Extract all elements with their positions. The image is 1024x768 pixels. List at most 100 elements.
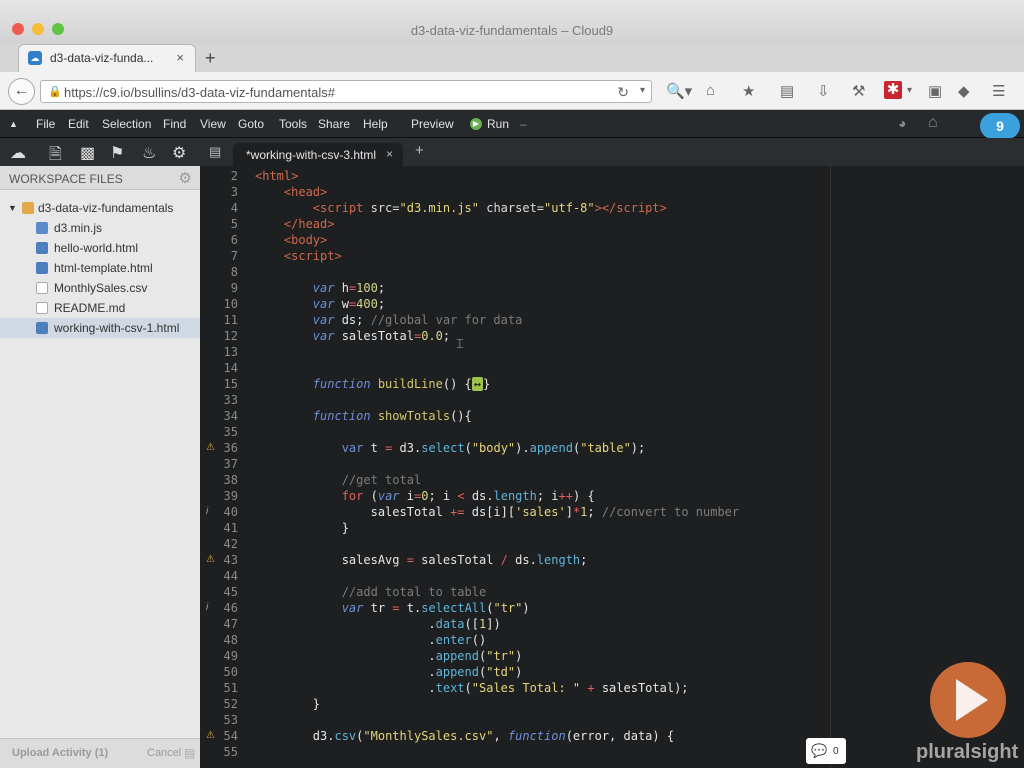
code-line: .append("tr") (255, 649, 523, 663)
tree-file[interactable]: MonthlySales.csv (0, 278, 200, 298)
close-editor-tab-icon[interactable]: × (386, 147, 393, 161)
editor-tab-bar: ▤ *working-with-csv-3.html × + (200, 138, 1024, 166)
editor-tab-active[interactable]: *working-with-csv-3.html × (233, 143, 403, 166)
workspace-cloud-icon[interactable]: ☁ (10, 143, 26, 163)
home-icon[interactable]: ⌂ (706, 82, 715, 99)
browser-tab[interactable]: ☁ d3-data-viz-funda... × (18, 44, 196, 72)
line-number: 50 (223, 665, 238, 679)
code-line: <html> (255, 169, 299, 183)
upload-toggle-icon[interactable]: ▤ (184, 746, 195, 760)
tree-file[interactable]: d3.min.js (0, 218, 200, 238)
settings-gear-icon[interactable]: ⚙ (172, 143, 186, 163)
menu-edit[interactable]: Edit (68, 117, 89, 131)
url-dropdown-icon[interactable]: ▾ (640, 85, 645, 96)
dashboard-home-icon[interactable]: ⌂ (928, 114, 938, 132)
chat-bubble-icon: 💬 (811, 743, 828, 758)
line-number: 4 (230, 201, 238, 215)
cloud9-logo-icon[interactable]: 9 (980, 113, 1020, 139)
code-editor[interactable]: 2 3 4 5 6 7 8 9 10 11 12 13 14 15 33 34 35 36 ⚠ 37 38 39 40 i 41… (200, 166, 1024, 768)
tree-file-label: d3.min.js (54, 221, 103, 235)
menu-selection[interactable]: Selection (102, 117, 151, 131)
tree-file[interactable]: html-template.html (0, 258, 200, 278)
run-panel-icon[interactable]: ⚑ (110, 143, 124, 163)
close-tab-icon[interactable]: × (176, 50, 184, 65)
file-icon (36, 282, 48, 294)
line-number: 38 (223, 473, 238, 487)
line-number: 48 (223, 633, 238, 647)
line-number: 12 (223, 329, 238, 343)
line-number: 44 (223, 569, 238, 583)
menu-goto[interactable]: Goto (238, 117, 264, 131)
menu-tools[interactable]: Tools (279, 117, 307, 131)
chat-count: 0 (833, 746, 839, 757)
deploy-icon[interactable]: ♨ (142, 143, 156, 163)
warning-icon[interactable]: ⚠ (206, 440, 216, 456)
bookmark-star-icon[interactable]: ★ (742, 82, 755, 100)
folder-expand-icon[interactable]: ▼ (8, 203, 17, 213)
back-button[interactable]: ← (8, 78, 35, 105)
code-line: .append("td") (255, 665, 523, 679)
code-line: //get total (341, 473, 422, 487)
code-line: var ds; //global var for data (312, 313, 523, 327)
preview-button[interactable]: Preview (411, 117, 454, 131)
line-number: 33 (223, 393, 238, 407)
collapse-menu-icon[interactable]: ▲ (9, 119, 18, 129)
menu-file[interactable]: File (36, 117, 55, 131)
tree-file[interactable]: working-with-csv-1.html (0, 318, 200, 338)
pluralsight-play-icon[interactable] (930, 662, 1006, 738)
line-number: 39 (223, 489, 238, 503)
reload-icon[interactable]: ↻ (617, 84, 629, 101)
line-number: 5 (230, 217, 238, 231)
js-file-icon (36, 222, 48, 234)
addon-dropdown-icon[interactable]: ▾ (907, 85, 912, 96)
hamburger-menu-icon[interactable]: ☰ (992, 82, 1005, 100)
search-icon[interactable]: 🔍▾ (666, 82, 692, 100)
code-line: <head> (283, 185, 328, 199)
download-icon[interactable]: ⇩ (817, 82, 830, 100)
warning-icon[interactable]: ⚠ (206, 728, 216, 744)
run-dropdown-icon[interactable]: – (520, 117, 527, 131)
workspace-gear-icon[interactable]: ⚙ (179, 169, 192, 187)
tree-file-label: hello-world.html (54, 241, 139, 255)
text-cursor-icon: ⌶ (456, 336, 464, 351)
menu-share[interactable]: Share (318, 117, 350, 131)
tree-folder-root[interactable]: ▼ d3-data-viz-fundamentals (0, 198, 200, 218)
add-editor-tab-button[interactable]: + (415, 142, 424, 159)
drive-icon[interactable]: ▩ (80, 143, 95, 163)
menu-find[interactable]: Find (163, 117, 186, 131)
pocket-icon[interactable]: ◆ (958, 82, 970, 100)
code-line: salesTotal += ds[i]['sales']*1; //conver… (255, 505, 740, 519)
info-icon[interactable]: i (206, 504, 216, 520)
code-line: var t = d3.select("body").append("table"… (341, 441, 646, 455)
tree-file-label: MonthlySales.csv (54, 281, 148, 295)
menu-help[interactable]: Help (363, 117, 388, 131)
editor-tab-label: *working-with-csv-3.html (246, 148, 377, 162)
reading-list-icon[interactable]: ▤ (780, 82, 794, 100)
addon-icon[interactable]: ✱ (884, 81, 902, 99)
tree-file-label: README.md (54, 301, 126, 315)
line-number: 41 (223, 521, 238, 535)
screenshot-icon[interactable]: ▣ (928, 82, 942, 100)
code-line: .enter() (255, 633, 487, 647)
upload-activity-label[interactable]: Upload Activity (1) (12, 747, 108, 759)
line-number: 6 (230, 233, 238, 247)
new-tab-button[interactable]: + (205, 48, 216, 69)
chat-button[interactable]: 💬 0 (806, 738, 846, 764)
window-title: d3-data-viz-fundamentals – Cloud9 (410, 23, 614, 38)
cancel-upload-button[interactable]: Cancel (147, 747, 181, 759)
menu-view[interactable]: View (200, 117, 226, 131)
tree-file[interactable]: README.md (0, 298, 200, 318)
line-number: 9 (230, 281, 238, 295)
info-icon[interactable]: i (206, 600, 216, 616)
address-bar[interactable]: 🔒 https://c9.io/bsullins/d3-data-viz-fun… (40, 80, 652, 103)
line-number: 11 (223, 313, 238, 327)
tree-file[interactable]: hello-world.html (0, 238, 200, 258)
line-number: 14 (223, 361, 238, 375)
warning-icon[interactable]: ⚠ (206, 552, 216, 568)
browser-tab-label: d3-data-viz-funda... (50, 51, 154, 65)
code-line: <body> (283, 233, 328, 247)
run-button[interactable]: Run (487, 117, 509, 131)
ide-menubar: ▲ File Edit Selection Find View Goto Too… (0, 110, 1024, 138)
wrench-icon[interactable]: ⚒ (852, 82, 865, 100)
tab-list-icon[interactable]: ▤ (209, 144, 221, 160)
